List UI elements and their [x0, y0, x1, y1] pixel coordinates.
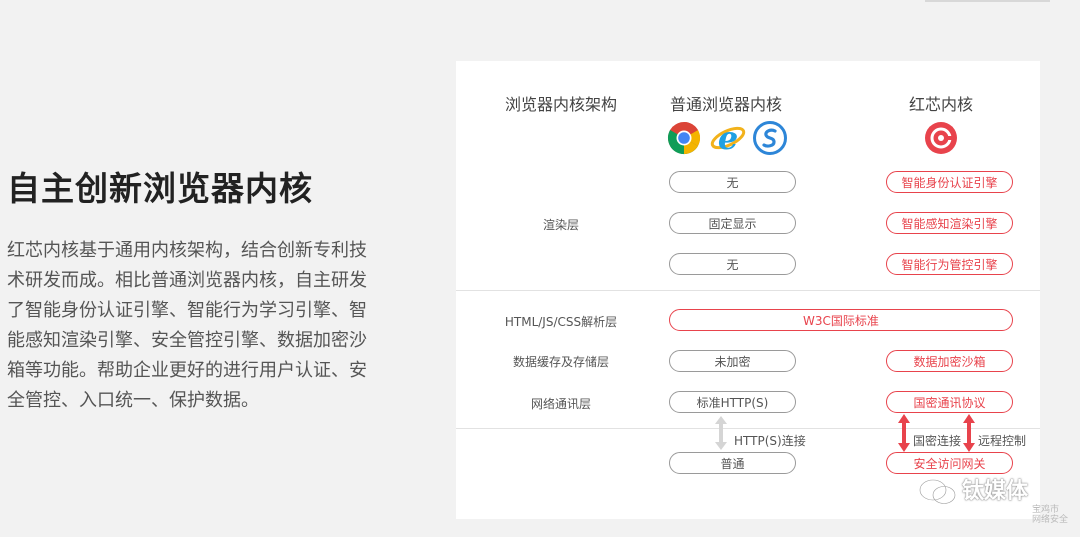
- gray-double-arrow: [715, 416, 727, 450]
- kernel-comparison-diagram: 浏览器内核架构 普通浏览器内核 红芯内核 e 渲染层 无 固定显示 无 智能身份…: [456, 61, 1040, 519]
- shared-pill-w3c: W3C国际标准: [669, 309, 1013, 331]
- note-http-connection: HTTP(S)连接: [734, 434, 806, 448]
- wechat-logo-icon: [918, 478, 957, 505]
- header-redcore-kernel: 红芯内核: [908, 95, 973, 114]
- section-divider-2: [456, 428, 1040, 429]
- ie-icon: e: [710, 121, 746, 155]
- note-gm-connection: 国密连接: [913, 434, 962, 448]
- redcore-pill-gateway: 安全访问网关: [886, 452, 1013, 474]
- normal-pill-r2: 固定显示: [669, 212, 796, 234]
- section-divider-1: [456, 290, 1040, 291]
- redcore-pill-identity: 智能身份认证引擎: [886, 171, 1013, 193]
- header-architecture: 浏览器内核架构: [504, 95, 617, 114]
- redcore-pill-network: 国密通讯协议: [886, 391, 1013, 413]
- normal-pill-r3: 无: [669, 253, 796, 275]
- svg-text:e: e: [718, 121, 738, 155]
- normal-pill-storage: 未加密: [669, 350, 796, 372]
- red-double-arrow-gm: [898, 414, 910, 452]
- note-remote-control: 远程控制: [978, 434, 1027, 448]
- top-divider: [925, 0, 1050, 2]
- normal-pill-r1: 无: [669, 171, 796, 193]
- watermark-small-line-1: 宝鸡市: [1032, 505, 1060, 515]
- sogou-browser-icon: [753, 121, 787, 155]
- page-description: 红芯内核基于通用内核架构，结合创新专利技术研发而成。相比普通浏览器内核，自主研发…: [7, 240, 367, 411]
- layer-label-storage: 数据缓存及存储层: [512, 355, 609, 369]
- redcore-logo-icon: [925, 122, 957, 154]
- layer-label-network: 网络通讯层: [530, 397, 591, 411]
- watermark-small-line-2: 网络安全: [1032, 515, 1069, 525]
- header-normal-kernel: 普通浏览器内核: [669, 95, 782, 114]
- redcore-pill-render: 智能感知渲染引擎: [886, 212, 1013, 234]
- page-title: 自主创新浏览器内核: [7, 169, 313, 208]
- normal-pill-gateway: 普通: [669, 452, 796, 474]
- watermark-small-text: 宝鸡市 网络安全: [1032, 505, 1068, 525]
- layer-label-render: 渲染层: [542, 218, 579, 232]
- redcore-pill-storage: 数据加密沙箱: [886, 350, 1013, 372]
- layer-label-parser: HTML/JS/CSS解析层: [504, 315, 618, 329]
- red-double-arrow-remote: [963, 414, 975, 452]
- watermark-text: 钛媒体: [962, 479, 1029, 504]
- chrome-icon: [667, 121, 701, 155]
- normal-pill-network: 标准HTTP(S): [669, 391, 796, 413]
- redcore-pill-behavior: 智能行为管控引擎: [886, 253, 1013, 275]
